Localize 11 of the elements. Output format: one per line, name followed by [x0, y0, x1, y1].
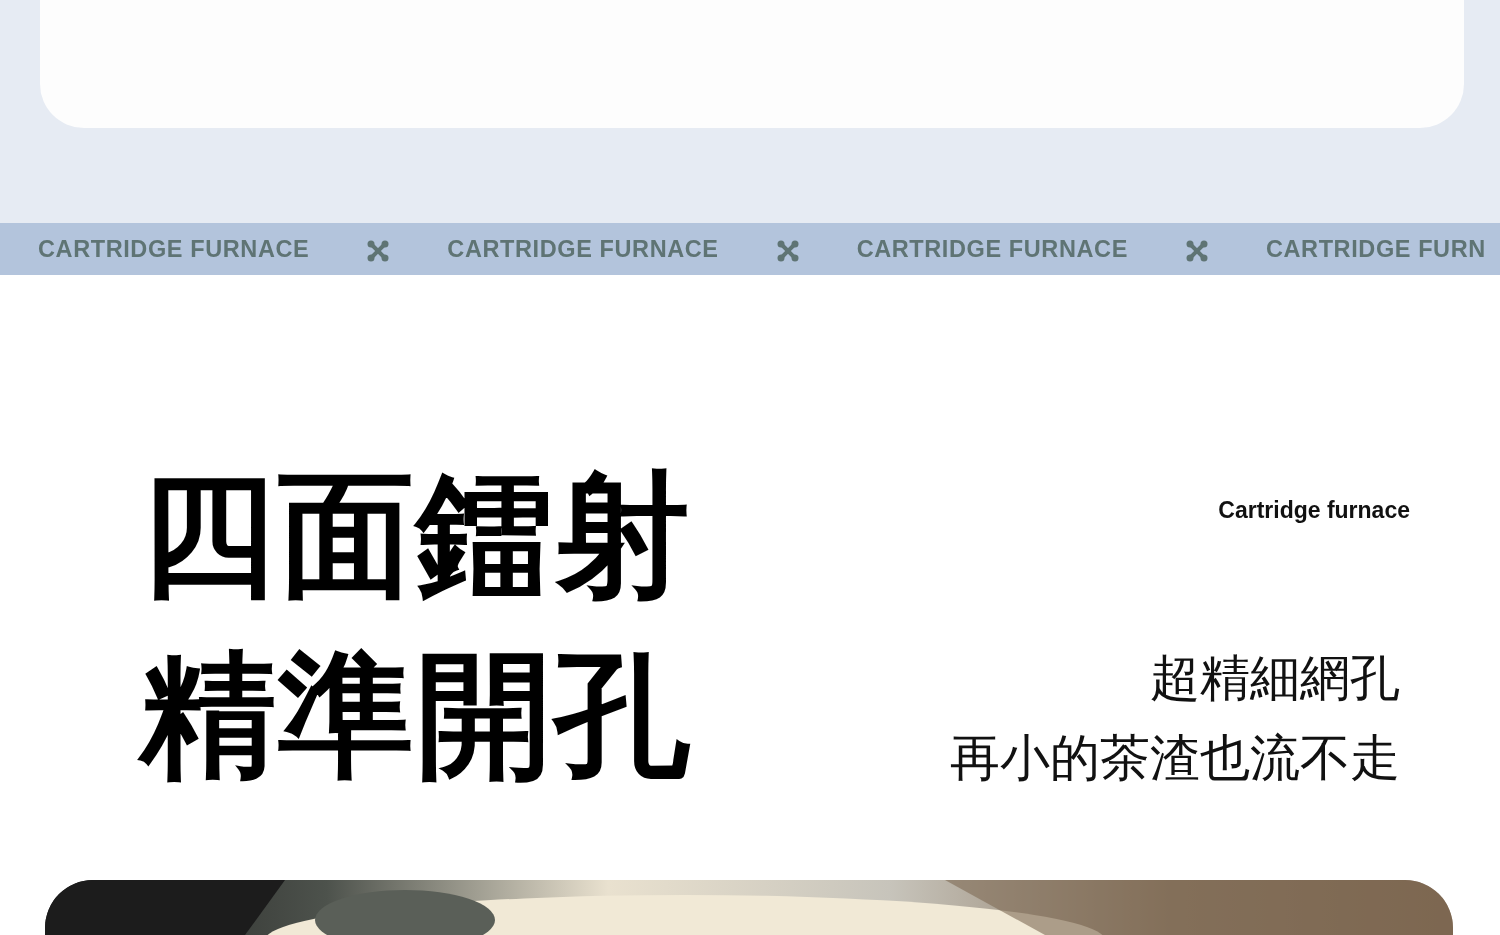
subtitle: Cartridge furnace: [1218, 497, 1410, 524]
headline: 四面鐳射: [140, 467, 692, 603]
ticker-text: CARTRIDGE FURN: [1265, 235, 1486, 263]
cross-icon: [367, 239, 390, 262]
tagline: 再小的茶渣也流不走: [950, 730, 1400, 786]
cross-icon: [776, 239, 799, 262]
ticker-text: CARTRIDGE FURNACE: [856, 235, 1128, 263]
ticker-text: CARTRIDGE FURNACE: [38, 235, 310, 263]
ticker-text: CARTRIDGE FURNACE: [447, 235, 719, 263]
cross-icon: [1185, 239, 1208, 262]
tagline: 超精細網孔: [1150, 650, 1400, 706]
